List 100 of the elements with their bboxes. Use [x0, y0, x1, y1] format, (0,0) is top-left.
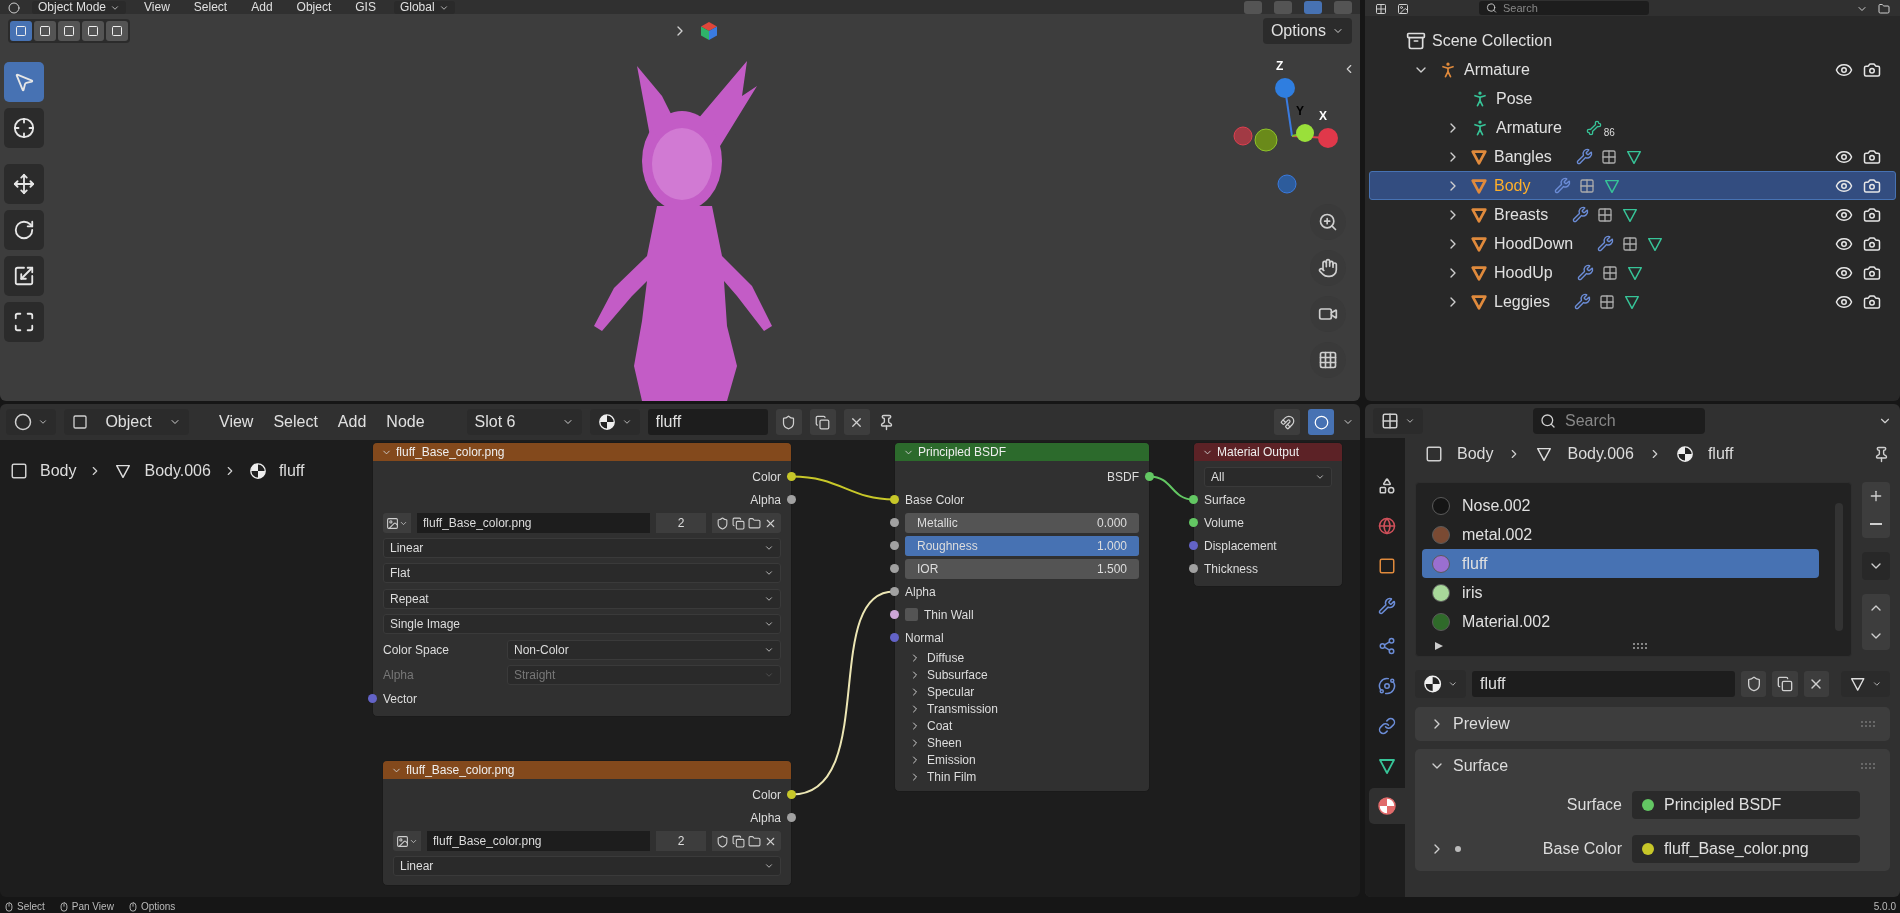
menu-item[interactable]: View	[138, 1, 176, 14]
dropdown[interactable]: Non-Color	[507, 639, 781, 660]
node-panel-header[interactable]: Thin Film	[895, 768, 1149, 785]
node-socket[interactable]	[787, 472, 796, 481]
node-panel-header[interactable]: Subsurface	[895, 666, 1149, 683]
shield-icon[interactable]	[716, 516, 729, 530]
dropdown[interactable]: Repeat	[383, 588, 781, 609]
pin-icon[interactable]	[1873, 445, 1890, 463]
node-panel-header[interactable]: Diffuse	[895, 649, 1149, 666]
node-socket[interactable]	[1145, 472, 1154, 481]
node-socket[interactable]	[1189, 495, 1198, 504]
camera-icon[interactable]	[1863, 147, 1881, 166]
menu-item[interactable]: Select	[267, 413, 324, 431]
unlink-button[interactable]	[1803, 671, 1829, 697]
options-button[interactable]: Options	[1262, 18, 1352, 44]
image-type-button[interactable]	[383, 513, 411, 533]
material-slot[interactable]: Nose.002	[1422, 491, 1819, 520]
section-header[interactable]: Surface	[1415, 749, 1890, 783]
node-socket[interactable]	[787, 495, 796, 504]
value-field[interactable]: IOR 1.500	[905, 558, 1139, 579]
tool-button[interactable]	[4, 108, 44, 148]
camera-icon[interactable]	[1863, 176, 1881, 195]
link-mode-button[interactable]	[1840, 671, 1890, 697]
node-socket[interactable]	[1189, 541, 1198, 550]
node-panel-header[interactable]: Emission	[895, 751, 1149, 768]
menu-item[interactable]: Node	[380, 413, 431, 431]
material-slot[interactable]: iris	[1422, 578, 1819, 607]
menu-item[interactable]: Select	[187, 1, 234, 14]
node-panel-header[interactable]: Sheen	[895, 734, 1149, 751]
tool-button[interactable]	[4, 164, 44, 204]
menu-item[interactable]: GIS	[349, 1, 382, 14]
node-panel-header[interactable]: Specular	[895, 683, 1149, 700]
image-type-button[interactable]	[393, 831, 421, 851]
outliner-row[interactable]: Pose	[1369, 84, 1896, 113]
material-browse-button[interactable]	[589, 409, 640, 435]
camera-icon[interactable]	[1863, 205, 1881, 224]
material-slot[interactable]: Material.002	[1422, 607, 1819, 636]
outliner-row[interactable]: HoodUp	[1369, 258, 1896, 287]
value-slider[interactable]: Roughness 1.000	[905, 535, 1139, 556]
camera-icon[interactable]	[1863, 234, 1881, 253]
duplicate-button[interactable]	[809, 409, 836, 435]
shader-link-field[interactable]: Principled BSDF	[1632, 791, 1860, 819]
folder-icon[interactable]	[748, 834, 761, 848]
mode-dropdown[interactable]: Object Mode	[32, 1, 127, 14]
dropdown[interactable]: All	[1204, 466, 1332, 487]
node-panel-header[interactable]: Transmission	[895, 700, 1149, 717]
node-socket[interactable]	[890, 633, 899, 642]
camera-icon[interactable]	[1863, 292, 1881, 311]
outliner-row[interactable]: Bangles	[1369, 142, 1896, 171]
material-slot[interactable]: fluff	[1422, 549, 1819, 578]
editor-type-button[interactable]	[1373, 408, 1423, 434]
duplicate-button[interactable]	[1772, 671, 1798, 697]
slot-menu-button[interactable]	[1862, 552, 1890, 580]
material-browse-button[interactable]	[1415, 670, 1466, 698]
selection-mode-button[interactable]	[58, 21, 80, 41]
dropdown[interactable]: Flat	[383, 563, 781, 584]
value-slider[interactable]: Metallic 0.000	[905, 512, 1139, 533]
node-socket[interactable]	[368, 694, 377, 703]
user-count-field[interactable]: 2	[656, 513, 706, 533]
editor-type-button[interactable]	[6, 409, 56, 435]
node-socket[interactable]	[890, 541, 899, 550]
menu-item[interactable]: Add	[245, 1, 279, 14]
selection-mode-button[interactable]	[10, 21, 32, 41]
dropdown[interactable]: Linear	[383, 537, 781, 558]
outliner-row[interactable]: Breasts	[1369, 200, 1896, 229]
orientation-dropdown[interactable]: Global	[393, 1, 455, 14]
fake-user-button[interactable]	[1741, 671, 1767, 697]
properties-tab[interactable]	[1369, 788, 1405, 824]
user-count-field[interactable]: 2	[656, 831, 706, 851]
slot-dropdown[interactable]: Slot 6	[466, 409, 582, 435]
node-socket[interactable]	[890, 610, 899, 619]
node-socket[interactable]	[1189, 518, 1198, 527]
folder-icon[interactable]	[748, 516, 761, 530]
image-name-field[interactable]: fluff_Base_color.png	[427, 831, 650, 851]
outliner-row[interactable]: Armature 86	[1369, 113, 1896, 142]
overlay-button[interactable]	[1308, 409, 1334, 435]
camera-icon[interactable]	[1863, 263, 1881, 282]
material-name-field[interactable]: fluff	[647, 409, 768, 435]
expand-triangle-icon[interactable]	[1434, 641, 1444, 651]
dropdown[interactable]: Single Image	[383, 614, 781, 635]
tool-button[interactable]	[4, 210, 44, 250]
node-panel-header[interactable]: Coat	[895, 717, 1149, 734]
unlink-button[interactable]	[843, 409, 870, 435]
outliner-row[interactable]: Armature	[1369, 55, 1896, 84]
node-socket[interactable]	[787, 813, 796, 822]
image-name-field[interactable]: fluff_Base_color.png	[417, 513, 650, 533]
node-socket[interactable]	[787, 790, 796, 799]
node-socket[interactable]	[890, 518, 899, 527]
section-header[interactable]: Preview	[1415, 707, 1890, 741]
tool-button[interactable]	[4, 256, 44, 296]
node-socket[interactable]	[1189, 564, 1198, 573]
node-socket[interactable]	[890, 564, 899, 573]
copy-icon[interactable]	[732, 834, 745, 848]
selection-mode-button[interactable]	[82, 21, 104, 41]
outliner-row[interactable]: HoodDown	[1369, 229, 1896, 258]
material-name-field[interactable]: fluff	[1472, 671, 1736, 697]
camera-icon[interactable]	[1863, 60, 1881, 79]
grip-icon[interactable]	[1860, 720, 1876, 728]
menu-item[interactable]: Add	[331, 413, 373, 431]
shield-icon[interactable]	[716, 834, 729, 848]
